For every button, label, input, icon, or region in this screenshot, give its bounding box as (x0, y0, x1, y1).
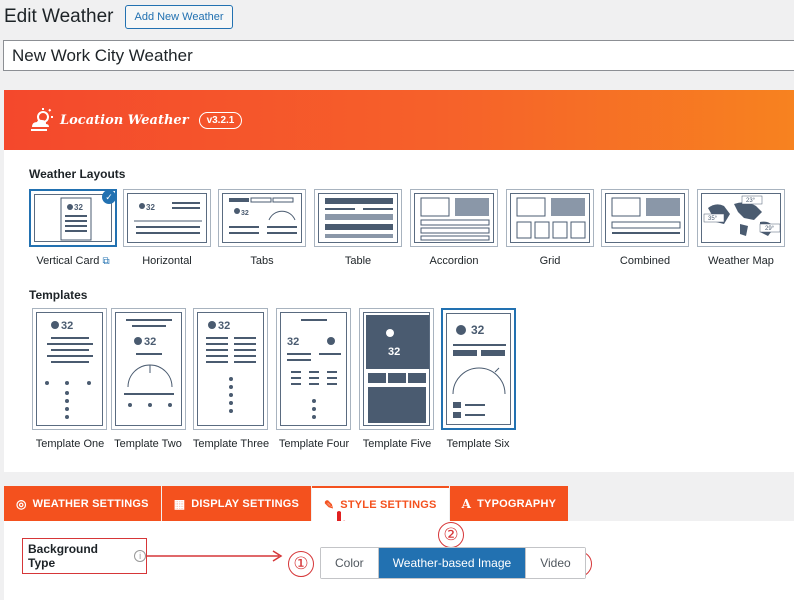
layout-preview: 32 (34, 194, 112, 242)
title-row: Edit Weather Add New Weather (4, 4, 233, 30)
annotation-arrow-icon (147, 550, 283, 562)
bg-option-video[interactable]: Video (525, 548, 585, 578)
grid-preview-icon (516, 197, 586, 239)
template-six[interactable]: 32 (441, 308, 516, 430)
template-label-three: Template Three (192, 438, 270, 450)
template-three[interactable]: 32 (193, 308, 268, 430)
svg-text:32: 32 (61, 320, 73, 332)
annotation-2: ② (438, 522, 464, 548)
background-type-field: Background Type i (22, 538, 147, 574)
info-icon[interactable]: i (134, 550, 146, 562)
template-label-four: Template Four (278, 438, 350, 450)
version-badge: v3.2.1 (198, 111, 243, 129)
svg-text:32: 32 (471, 323, 485, 337)
selected-check-icon: ✓ (102, 190, 116, 204)
tab-weather-settings[interactable]: ◎ WEATHER SETTINGS (4, 486, 161, 521)
template-label-six: Template Six (446, 438, 510, 450)
svg-text:32: 32 (241, 210, 249, 217)
template-five[interactable]: 32 (359, 308, 434, 430)
svg-text:32: 32 (287, 336, 299, 348)
cloud-sun-icon (31, 108, 53, 131)
layout-tabs[interactable]: 32 (218, 189, 306, 247)
template-label-five: Template Five (362, 438, 432, 450)
brand-name: Location Weather (60, 112, 189, 128)
svg-text:32: 32 (388, 346, 400, 358)
template-one[interactable]: 32 (32, 308, 107, 430)
template-two[interactable]: 32 (111, 308, 186, 430)
page-title: Edit Weather (4, 6, 114, 27)
background-type-button-group: Color Weather-based Image Video (320, 547, 586, 579)
svg-text:35°: 35° (708, 216, 718, 222)
layout-label-horizontal: Horizontal (142, 255, 192, 267)
weather-map-preview-icon: 23° 35° 29° (703, 195, 781, 236)
svg-text:32: 32 (144, 336, 156, 348)
layout-accordion[interactable] (410, 189, 498, 247)
layout-combined[interactable] (601, 189, 689, 247)
table-preview-icon (325, 198, 393, 238)
edit-weather-page: Edit Weather Add New Weather Location We… (0, 0, 794, 600)
layout-horizontal[interactable]: 32 (123, 189, 211, 247)
template-five-preview-icon: 32 (366, 315, 429, 423)
layout-label-table: Table (344, 255, 372, 267)
settings-tabs: ◎ WEATHER SETTINGS ▦ DISPLAY SETTINGS ✎ … (4, 486, 569, 521)
svg-text:32: 32 (74, 203, 83, 212)
add-new-weather-button[interactable]: Add New Weather (125, 5, 233, 29)
templates-heading: Templates (29, 288, 88, 302)
vertical-card-preview-icon: 32 (60, 197, 92, 241)
template-three-preview-icon: 32 (206, 320, 256, 413)
layout-label-tabs: Tabs (250, 255, 274, 267)
svg-text:32: 32 (146, 203, 155, 212)
layout-label-vertical-card: Vertical Card ⧉ (36, 255, 110, 267)
bg-option-color[interactable]: Color (321, 548, 378, 578)
layout-table[interactable] (314, 189, 402, 247)
layout-vertical-card[interactable]: 32 ✓ (29, 189, 117, 247)
layout-label-weather-map: Weather Map (708, 255, 774, 267)
template-label-one: Template One (35, 438, 105, 450)
template-six-preview-icon: 32 (452, 323, 506, 418)
external-link-icon[interactable]: ⧉ (102, 256, 109, 267)
weather-layouts-heading: Weather Layouts (29, 167, 126, 181)
grid-icon: ▦ (173, 496, 186, 511)
font-icon: A (461, 496, 472, 511)
template-four-preview-icon: 32 (287, 319, 341, 419)
tab-display-settings[interactable]: ▦ DISPLAY SETTINGS (161, 486, 312, 521)
template-one-preview-icon: 32 (45, 320, 93, 419)
post-title-input[interactable] (3, 40, 794, 71)
svg-text:32: 32 (218, 320, 230, 332)
svg-text:23°: 23° (746, 198, 756, 204)
annotation-1: ① (288, 551, 314, 577)
tab-typography[interactable]: A TYPOGRAPHY (449, 486, 569, 521)
layout-grid[interactable] (506, 189, 594, 247)
layout-label-accordion: Accordion (429, 255, 479, 267)
gauge-icon: ◎ (16, 496, 27, 511)
layout-label-grid: Grid (539, 255, 561, 267)
combined-preview-icon (611, 197, 681, 234)
bg-option-weather-based-image[interactable]: Weather-based Image (377, 548, 526, 578)
svg-text:29°: 29° (765, 226, 775, 232)
accordion-preview-icon (420, 197, 490, 241)
tabs-preview-icon: 32 (229, 197, 297, 234)
layout-weather-map[interactable]: 23° 35° 29° (697, 189, 785, 247)
horizontal-preview-icon: 32 (134, 202, 202, 234)
layout-label-combined: Combined (619, 255, 671, 267)
background-type-label: Background Type (28, 542, 99, 570)
template-four[interactable]: 32 (276, 308, 351, 430)
plugin-banner: Location Weather v3.2.1 (4, 90, 794, 150)
template-two-preview-icon: 32 (124, 319, 174, 407)
template-label-two: Template Two (114, 438, 182, 450)
